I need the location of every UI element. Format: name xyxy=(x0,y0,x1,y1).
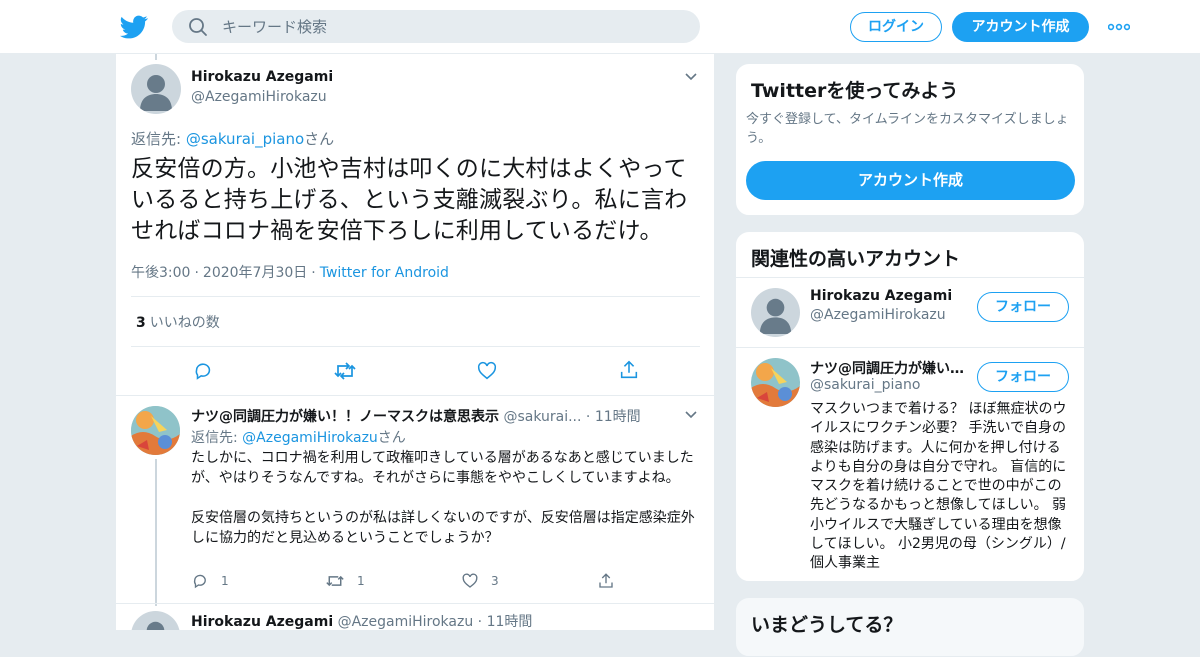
author-handle[interactable]: @AzegamiHirokazu xyxy=(191,89,327,105)
like-icon[interactable] xyxy=(476,360,498,382)
tweet-text: 反安倍の方。小池や吉村は叩くのに大村はよくやっているると持ち上げる、という支離滅… xyxy=(131,156,688,244)
signup-card-button[interactable]: アカウント作成 xyxy=(746,161,1075,200)
signup-card: Twitterを使ってみよう 今すぐ登録して、タイムラインをカスタマイズしましょ… xyxy=(735,63,1085,216)
author-handle[interactable]: @sakurai... xyxy=(503,409,581,425)
tweet-header: ナツ@同調圧力が嫌い！！ノーマスクは意思表示 @sakurai... · 11時… xyxy=(191,409,641,425)
twitter-bird-icon[interactable] xyxy=(120,13,148,41)
follow-button[interactable]: フォロー xyxy=(977,292,1069,322)
likes-count: 3 xyxy=(136,315,146,331)
retweet-icon xyxy=(326,575,344,587)
avatar[interactable] xyxy=(131,64,181,114)
like-action[interactable]: 3 xyxy=(461,572,499,590)
reply-context: 返信先: @sakurai_pianoさん xyxy=(131,128,334,149)
card-title: 関連性の高いアカウント xyxy=(751,248,961,270)
retweet-count: 1 xyxy=(357,574,365,588)
tweet-actions: 1 1 3 xyxy=(191,572,631,592)
reply-handle-link[interactable]: @sakurai_piano xyxy=(186,130,304,148)
tweet-source-link[interactable]: Twitter for Android xyxy=(320,265,449,281)
author-name[interactable]: ナツ@同調圧力が嫌い！！ノーマスクは意思表示 xyxy=(191,409,499,425)
reply-handle-link[interactable]: @AzegamiHirokazu xyxy=(242,430,378,446)
reply-prefix: 返信先: xyxy=(191,430,243,446)
share-icon xyxy=(599,573,613,588)
divider xyxy=(131,296,700,297)
like-count: 3 xyxy=(491,574,499,588)
tweet-separator xyxy=(116,395,714,396)
account-name[interactable]: Hirokazu Azegami xyxy=(810,288,952,304)
share-icon[interactable] xyxy=(618,359,640,381)
retweet-action[interactable]: 1 xyxy=(325,572,365,590)
retweet-icon[interactable] xyxy=(333,360,357,382)
like-icon xyxy=(462,573,478,588)
search-input[interactable] xyxy=(222,10,682,43)
account-handle[interactable]: @AzegamiHirokazu xyxy=(810,307,946,323)
avatar[interactable] xyxy=(751,288,800,337)
avatar[interactable] xyxy=(131,611,180,630)
chevron-down-icon[interactable] xyxy=(684,409,698,419)
divider xyxy=(736,277,1084,278)
tweet-date[interactable]: 2020年7月30日 xyxy=(203,265,307,281)
card-title: いまどうしてる？ xyxy=(751,614,903,636)
more-icon[interactable] xyxy=(1108,22,1130,32)
account-handle[interactable]: @sakurai_piano xyxy=(810,377,920,393)
reply-suffix: さん xyxy=(304,130,335,148)
reply-icon xyxy=(193,574,206,589)
login-button[interactable]: ログイン xyxy=(850,12,942,42)
reply-prefix: 返信先: xyxy=(131,130,186,148)
chevron-down-icon[interactable] xyxy=(684,71,698,81)
likes-stat[interactable]: 3 いいねの数 xyxy=(136,312,220,332)
search-bar[interactable] xyxy=(172,10,700,43)
divider xyxy=(131,346,700,347)
follow-button[interactable]: フォロー xyxy=(977,362,1069,392)
thread-line xyxy=(155,54,157,60)
reply-count: 1 xyxy=(221,574,229,588)
tweet-paragraph: 反安倍層の気持ちというのが私は詳しくないのですが、反安倍層は指定感染症外しに協力… xyxy=(191,510,695,546)
tweet-time[interactable]: 午後3:00 xyxy=(131,265,190,281)
card-title: Twitterを使ってみよう xyxy=(751,80,959,102)
account-bio: マスクいつまで着ける？ ほぼ無症状のウイルスにワクチン必要？ 手洗いで自身の感染… xyxy=(810,401,1067,572)
tweet-column: Hirokazu Azegami @AzegamiHirokazu 返信先: @… xyxy=(115,54,715,630)
reply-action[interactable]: 1 xyxy=(191,572,229,590)
reply-suffix: さん xyxy=(377,430,406,446)
reply-context: 返信先: @AzegamiHirokazuさん xyxy=(191,427,406,447)
related-accounts-card: 関連性の高いアカウント Hirokazu Azegami @AzegamiHir… xyxy=(735,231,1085,582)
tweet-time[interactable]: 11時間 xyxy=(487,614,533,630)
search-icon xyxy=(188,17,208,37)
thread-line xyxy=(155,459,157,606)
author-name[interactable]: Hirokazu Azegami xyxy=(191,69,333,85)
divider xyxy=(736,347,1084,348)
tweet-paragraph: たしかに、コロナ禍を利用して政権叩きしている層があるなあと感じていましたが、やは… xyxy=(191,450,694,486)
author-handle[interactable]: @AzegamiHirokazu xyxy=(338,614,474,630)
tweet-metadata: 午後3:00 · 2020年7月30日 · Twitter for Android xyxy=(131,265,449,281)
card-description: 今すぐ登録して、タイムラインをカスタマイズしましょう。 xyxy=(746,112,1069,146)
tweet-separator xyxy=(116,603,714,604)
trends-card: いまどうしてる？ xyxy=(735,597,1085,657)
reply-icon[interactable] xyxy=(192,360,214,382)
author-name[interactable]: Hirokazu Azegami xyxy=(191,614,333,630)
account-name[interactable]: ナツ@同調圧力が嫌い！！ノーマスクは意思表示 xyxy=(810,358,966,378)
top-bar: ログイン アカウント作成 xyxy=(0,0,1200,54)
tweet-header: Hirokazu Azegami @AzegamiHirokazu · 11時間 xyxy=(191,614,533,630)
signup-button[interactable]: アカウント作成 xyxy=(952,12,1089,42)
likes-label: いいねの数 xyxy=(149,315,220,331)
avatar[interactable] xyxy=(751,358,800,407)
tweet-time[interactable]: 11時間 xyxy=(595,409,641,425)
share-action[interactable] xyxy=(597,572,615,590)
tweet-text: たしかに、コロナ禍を利用して政権叩きしている層があるなあと感じていましたが、やは… xyxy=(191,448,696,568)
avatar[interactable] xyxy=(131,406,180,455)
